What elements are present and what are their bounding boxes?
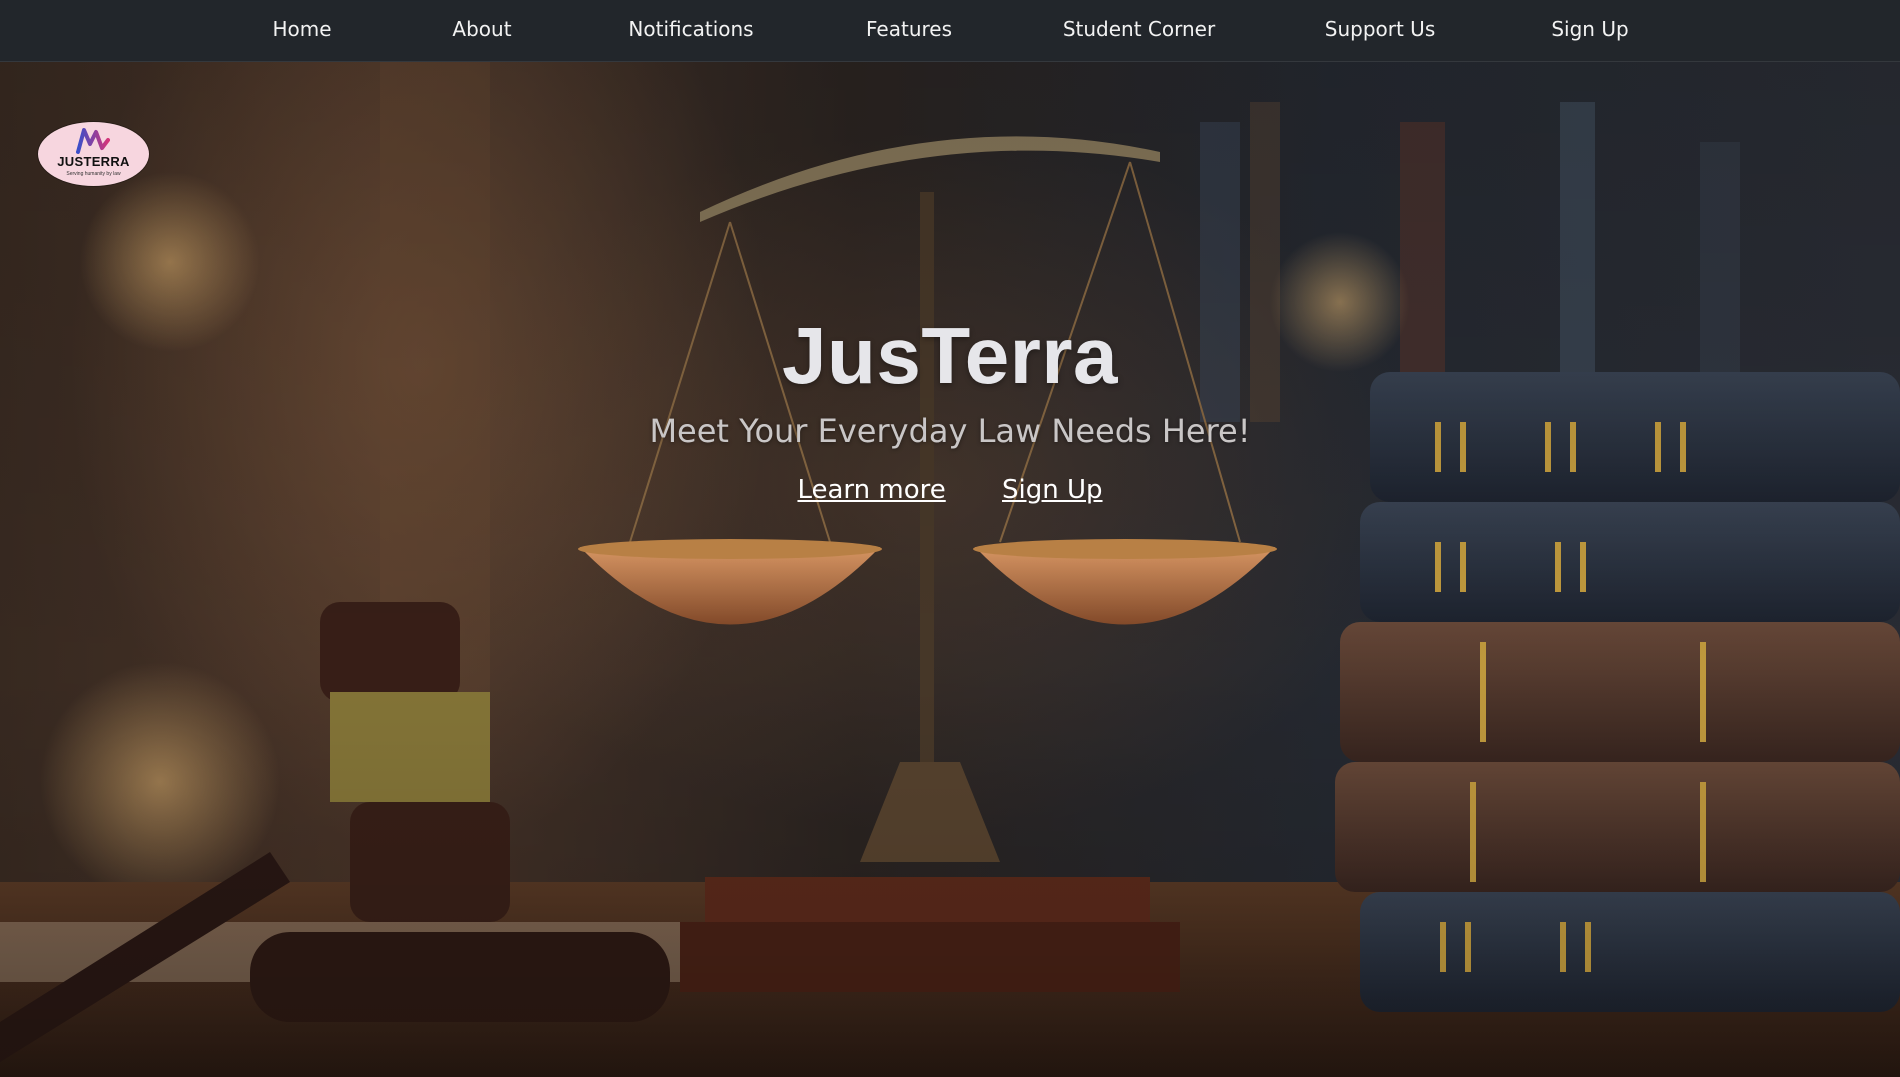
- top-navbar: Home About Notifications Features Studen…: [0, 0, 1900, 62]
- logo-wordmark: JUSTERRA: [57, 154, 130, 169]
- nav-item-sign-up[interactable]: Sign Up: [1551, 14, 1628, 44]
- hero-title: JusTerra: [781, 311, 1119, 400]
- hero-overlay: [0, 62, 1900, 1077]
- brand-logo[interactable]: JUSTERRA Serving humanity by law: [38, 122, 149, 186]
- hero-sign-up-link[interactable]: Sign Up: [1002, 475, 1103, 505]
- nav-item-student-corner[interactable]: Student Corner: [1063, 14, 1215, 44]
- learn-more-link[interactable]: Learn more: [797, 475, 945, 505]
- nav-item-about[interactable]: About: [452, 14, 511, 44]
- hero-section: [0, 62, 1900, 1077]
- nav-item-notifications[interactable]: Notifications: [628, 14, 753, 44]
- hero-cta-group: Learn more Sign Up: [0, 475, 1900, 505]
- hero-subtitle: Meet Your Everyday Law Needs Here!: [649, 412, 1251, 450]
- logo-wave-icon: [76, 128, 110, 154]
- logo-tagline: Serving humanity by law: [66, 171, 121, 177]
- nav-item-features[interactable]: Features: [866, 14, 952, 44]
- nav-item-home[interactable]: Home: [272, 14, 331, 44]
- nav-item-support-us[interactable]: Support Us: [1325, 14, 1435, 44]
